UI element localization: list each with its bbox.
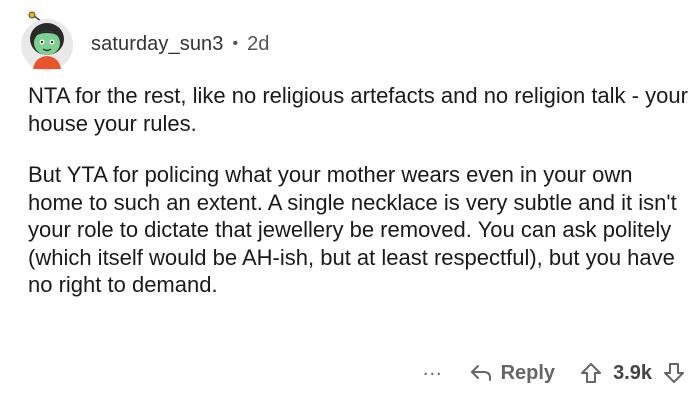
avatar-icon [21, 11, 73, 71]
comment: saturday_sun3 • 2d NTA for the rest, lik… [0, 0, 700, 404]
username-link[interactable]: saturday_sun3 [91, 33, 224, 56]
reply-arrow-icon [469, 362, 493, 384]
upvote-arrow-icon[interactable] [579, 361, 603, 385]
more-options-button[interactable]: ... [423, 358, 443, 381]
comment-age: 2d [247, 32, 270, 55]
comment-header: saturday_sun3 • 2d [19, 8, 269, 76]
reply-label: Reply [500, 361, 556, 384]
vote-score: 3.9k [613, 361, 652, 384]
reply-button[interactable]: Reply [469, 362, 555, 385]
comment-paragraph: But YTA for policing what your mother we… [28, 162, 677, 297]
downvote-arrow-icon[interactable] [662, 361, 686, 385]
avatar[interactable] [19, 11, 75, 73]
comment-body: NTA for the rest, like no religious arte… [28, 82, 688, 299]
comment-actions: ... Reply 3.9k [423, 356, 686, 390]
comment-paragraph: NTA for the rest, like no religious arte… [28, 83, 688, 136]
meta-separator: • [232, 35, 239, 52]
